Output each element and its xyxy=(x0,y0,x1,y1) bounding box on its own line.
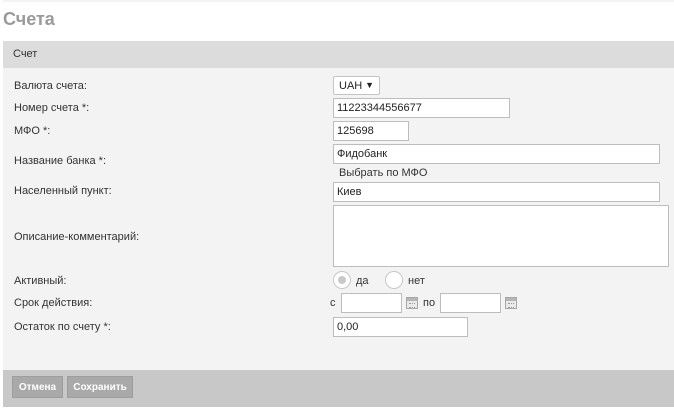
currency-select[interactable]: UAH ▼ xyxy=(333,76,380,95)
save-button[interactable]: Сохранить xyxy=(67,376,133,398)
city-label: Населенный пункт: xyxy=(14,185,112,197)
description-textarea[interactable] xyxy=(333,205,669,267)
mfo-label: МФО *: xyxy=(14,125,51,137)
chevron-down-icon: ▼ xyxy=(365,80,374,90)
account-number-input[interactable] xyxy=(333,98,510,118)
description-label: Описание-комментарий: xyxy=(14,231,140,243)
bank-name-input[interactable] xyxy=(333,144,660,164)
validity-label: Срок действия: xyxy=(14,297,93,309)
cancel-button[interactable]: Отмена xyxy=(12,376,63,398)
bank-name-label: Название банка *: xyxy=(14,155,107,167)
page-title: Счета xyxy=(3,9,55,29)
city-input[interactable] xyxy=(333,182,660,202)
active-no-radio[interactable] xyxy=(385,271,403,289)
validity-to-label: по xyxy=(423,297,436,309)
validity-from-label: с xyxy=(330,297,336,309)
panel-header: Счет xyxy=(3,41,674,68)
select-by-mfo-link[interactable]: Выбрать по МФО xyxy=(339,167,427,179)
active-yes-radio[interactable] xyxy=(333,271,351,289)
balance-input[interactable] xyxy=(333,317,468,337)
currency-select-value: UAH xyxy=(339,80,363,92)
validity-from-input[interactable] xyxy=(341,293,402,313)
active-no-label: нет xyxy=(408,275,425,287)
active-label: Активный: xyxy=(14,275,67,287)
mfo-input[interactable] xyxy=(333,121,409,141)
account-number-label: Номер счета *: xyxy=(14,102,90,114)
panel-header-title: Счет xyxy=(13,48,38,60)
calendar-icon[interactable] xyxy=(406,297,418,309)
currency-label: Валюта счета: xyxy=(14,80,87,92)
account-panel: Счет Валюта счета: UAH ▼ Номер счета *: … xyxy=(3,41,674,407)
validity-to-input[interactable] xyxy=(440,293,501,313)
balance-label: Остаток по счету *: xyxy=(14,321,111,333)
calendar-icon[interactable] xyxy=(505,297,517,309)
top-divider xyxy=(3,0,674,2)
active-yes-label: да xyxy=(356,275,369,287)
